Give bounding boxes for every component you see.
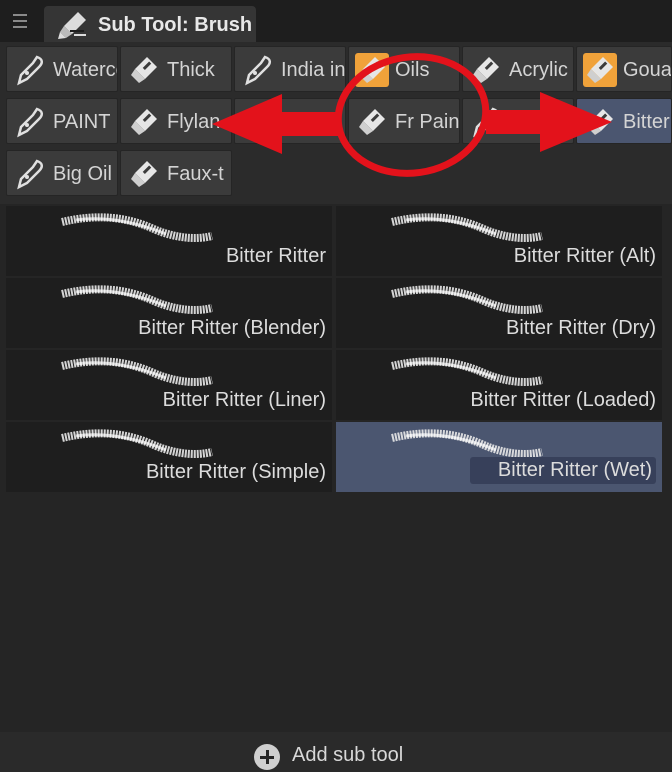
- pen-nib-icon: [13, 157, 47, 191]
- group-label: India ink: [281, 59, 346, 81]
- brush-stroke-preview: [61, 357, 213, 386]
- sub-tool-label: Bitter Ritter (Simple): [145, 461, 326, 483]
- group-label: Flylan: [167, 111, 221, 133]
- paint-tube-icon: [355, 53, 389, 87]
- sub-tool-item[interactable]: Bitter Ritter (Blender): [6, 278, 332, 348]
- group-label: S: [509, 111, 523, 133]
- sub-tool-item[interactable]: Bitter Ritter: [6, 206, 332, 276]
- group-button-1[interactable]: Thick: [120, 46, 232, 92]
- sub-tool-item[interactable]: Bitter Ritter (Dry): [336, 278, 662, 348]
- group-button-8[interactable]: DAUB: [234, 98, 346, 144]
- add-sub-tool-label: Add sub tool: [292, 744, 404, 766]
- group-label: Gouache: [623, 59, 672, 81]
- pen-nib-icon: [241, 53, 275, 87]
- paint-tube-icon: [583, 53, 617, 87]
- group-button-4[interactable]: Acrylic: [462, 46, 574, 92]
- group-label: Faux-t: [167, 163, 224, 185]
- group-button-7[interactable]: Flylan: [120, 98, 232, 144]
- sub-tool-label: Bitter Ritter (Dry): [506, 317, 656, 339]
- add-circle-icon: [254, 744, 280, 770]
- pen-nib-icon: [13, 105, 47, 139]
- brush-stroke-preview: [391, 285, 543, 314]
- paint-tube-icon: [469, 53, 503, 87]
- brush-stroke-preview: [61, 213, 213, 242]
- group-label: Watercolor: [53, 59, 117, 81]
- paint-tube-icon: [583, 105, 617, 139]
- group-button-2[interactable]: India ink: [234, 46, 346, 92]
- sub-tool-label: Bitter Ritter (Blender): [138, 317, 326, 339]
- group-label: Fr Paint: [395, 111, 460, 133]
- group-label: Big Oil: [53, 163, 112, 185]
- group-button-11[interactable]: Bitter: [576, 98, 672, 144]
- group-button-5[interactable]: Gouache: [576, 46, 672, 92]
- sub-tool-label: Bitter Ritter (Loaded): [470, 389, 656, 411]
- sub-tool-label: Bitter Ritter: [225, 245, 326, 267]
- brush-stroke-preview: [61, 285, 213, 314]
- pen-nib-icon: [469, 105, 503, 139]
- brush-stroke-preview: [61, 429, 213, 458]
- pen-nib-icon: [13, 53, 47, 87]
- sub-tool-label: Bitter Ritter (Wet): [469, 457, 656, 484]
- sub-tool-label: Bitter Ritter (Alt): [513, 245, 656, 267]
- panel-title: Sub Tool: Brush: [98, 14, 253, 36]
- sub-tool-label: Bitter Ritter (Liner): [162, 389, 326, 411]
- group-label: Bitter: [623, 111, 670, 133]
- brush-stroke-preview: [391, 357, 543, 386]
- group-button-12[interactable]: Big Oil: [6, 150, 118, 196]
- paint-tube-icon: [127, 105, 161, 139]
- group-button-3[interactable]: Oils: [348, 46, 460, 92]
- sub-tool-item[interactable]: Bitter Ritter (Liner): [6, 350, 332, 420]
- brush-tool-icon: [56, 10, 88, 40]
- paint-tube-icon: [127, 157, 161, 191]
- panel-titlebar: Sub Tool: Brush: [0, 0, 672, 42]
- paint-tube-icon: [355, 105, 389, 139]
- paint-tube-icon: [127, 53, 161, 87]
- group-button-9[interactable]: Fr Paint: [348, 98, 460, 144]
- sub-tool-panel-tab[interactable]: Sub Tool: Brush: [44, 6, 256, 42]
- sub-tool-list: Bitter Ritter Bitter Ritter (Alt) Bitter R…: [0, 204, 672, 770]
- group-button-6[interactable]: PAINT: [6, 98, 118, 144]
- brush-stroke-preview: [391, 213, 543, 242]
- hamburger-menu-icon[interactable]: [10, 10, 32, 32]
- group-button-13[interactable]: Faux-t: [120, 150, 232, 196]
- sub-tool-item[interactable]: Bitter Ritter (Alt): [336, 206, 662, 276]
- group-label: Acrylic: [509, 59, 568, 81]
- group-label: DAUB: [281, 111, 337, 133]
- group-button-0[interactable]: Watercolor: [6, 46, 118, 92]
- group-label: Oils: [395, 59, 430, 81]
- sub-tool-item[interactable]: Bitter Ritter (Loaded): [336, 350, 662, 420]
- group-label: PAINT: [53, 111, 111, 133]
- sub-tool-item[interactable]: Bitter Ritter (Wet): [336, 422, 662, 492]
- paint-tube-icon: [241, 105, 275, 139]
- group-label: Thick: [167, 59, 215, 81]
- sub-tool-item[interactable]: Bitter Ritter (Simple): [6, 422, 332, 492]
- group-button-10[interactable]: S: [462, 98, 574, 144]
- sub-tool-group-area: Watercolor Thick India ink Oils Acrylic Gouac…: [0, 42, 672, 204]
